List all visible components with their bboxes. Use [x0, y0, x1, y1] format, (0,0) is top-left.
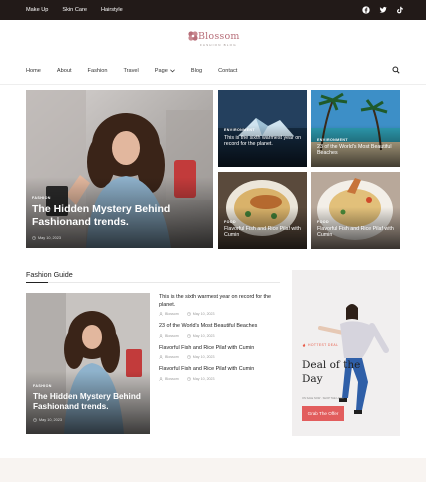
- user-icon: [159, 312, 163, 316]
- category-label[interactable]: FASHION: [33, 384, 52, 388]
- category-label[interactable]: FOOD: [224, 220, 236, 224]
- section-title: Fashion Guide: [26, 270, 73, 279]
- nav-item-home[interactable]: Home: [26, 68, 41, 74]
- category-label[interactable]: FOOD: [317, 220, 329, 224]
- top-bar: Make Up Skin Care Hairstyle: [0, 0, 426, 20]
- chevron-down-icon: [170, 69, 175, 73]
- list-item-title[interactable]: Flavorful Fish and Rice Pilaf with Cumin: [159, 366, 283, 374]
- post-author-name[interactable]: Blossom: [165, 377, 179, 381]
- nav-item-about[interactable]: About: [57, 68, 72, 74]
- hero-card-4-title[interactable]: Flavorful Fish and Rice Pilaf with Cumin: [317, 226, 397, 239]
- clock-icon: [186, 333, 191, 338]
- nav-item-fashion[interactable]: Fashion: [88, 68, 108, 74]
- hero-card-3[interactable]: FOOD Flavorful Fish and Rice Pilaf with …: [218, 172, 307, 249]
- category-label[interactable]: FASHION: [32, 196, 51, 200]
- category-label[interactable]: ENVIRONMENT: [317, 138, 348, 142]
- clock-icon: [186, 312, 191, 316]
- post-meta: Blossom May 10, 2023: [159, 312, 283, 316]
- list-item-title[interactable]: Flavorful Fish and Rice Pilaf with Cumin: [159, 345, 283, 353]
- top-nav: Make Up Skin Care Hairstyle: [26, 7, 123, 13]
- deal-subtitle: ON SALE NOW · SHOP THE LOOK: [302, 397, 344, 400]
- list-item[interactable]: Flavorful Fish and Rice Pilaf with Cumin…: [159, 345, 283, 360]
- category-label[interactable]: ENVIRONMENT: [224, 128, 255, 132]
- hero-main-card[interactable]: FASHION The Hidden Mystery Behind Fashio…: [26, 90, 213, 248]
- nav-item-travel[interactable]: Travel: [123, 68, 138, 74]
- main-nav: Home About Fashion Travel Page Blog Cont…: [26, 66, 253, 76]
- post-date-text: May 10, 2023: [192, 333, 215, 338]
- guide-post-list: This is the sixth warmest year on record…: [159, 294, 283, 388]
- post-date-text: May 10, 2023: [192, 312, 215, 317]
- list-item[interactable]: 23 of the World's Most Beautiful Beaches…: [159, 323, 283, 338]
- guide-feature-card[interactable]: FASHION The Hidden Mystery Behind Fashio…: [26, 293, 150, 434]
- post-author-name[interactable]: Blossom: [165, 334, 179, 338]
- post-author: Blossom: [159, 355, 179, 359]
- social-links: [361, 5, 404, 14]
- clock-icon: [186, 355, 191, 360]
- facebook-icon[interactable]: [361, 5, 370, 14]
- post-date: May 10, 2023: [33, 418, 62, 422]
- post-author-name[interactable]: Blossom: [165, 355, 179, 359]
- search-icon[interactable]: [392, 66, 400, 74]
- post-date: May 10, 2023: [186, 333, 215, 338]
- list-item[interactable]: This is the sixth warmest year on record…: [159, 294, 283, 316]
- post-author-name[interactable]: Blossom: [165, 312, 179, 316]
- brand-name: Blossom: [198, 31, 240, 42]
- post-author: Blossom: [159, 334, 179, 338]
- post-date-text: May 10, 2023: [39, 418, 63, 422]
- user-icon: [159, 355, 163, 360]
- site-logo[interactable]: Blossom FASHION BLOG: [186, 28, 246, 50]
- post-date-text: May 10, 2023: [192, 355, 215, 360]
- hero-card-3-title[interactable]: Flavorful Fish and Rice Pilaf with Cumin: [224, 226, 304, 239]
- user-icon: [159, 377, 163, 381]
- post-date-text: May 10, 2023: [38, 236, 62, 240]
- hero-card-2-title[interactable]: 23 of the World's Most Beautiful Beaches: [317, 144, 397, 157]
- deal-title: Deal of the Day: [302, 359, 361, 386]
- user-icon: [159, 334, 163, 338]
- guide-feature-title[interactable]: The Hidden Mystery Behind Fashionand tre…: [33, 392, 145, 412]
- post-author: Blossom: [159, 312, 179, 316]
- post-date: May 10, 2023: [186, 376, 215, 381]
- hero-card-1-title[interactable]: This is the sixth warmest year on record…: [224, 135, 304, 148]
- nav-item-blog[interactable]: Blog: [191, 68, 202, 74]
- nav-item-page[interactable]: Page: [155, 68, 175, 74]
- post-author: Blossom: [159, 377, 179, 381]
- post-date: May 10, 2023: [186, 312, 215, 317]
- post-date: May 10, 2023: [186, 355, 215, 360]
- list-item-title[interactable]: 23 of the World's Most Beautiful Beaches: [159, 323, 283, 331]
- hero-main-title[interactable]: The Hidden Mystery Behind Fashionand tre…: [32, 203, 202, 228]
- nav-item-page-label: Page: [154, 68, 168, 74]
- deal-kicker: HOTTEST DEAL: [302, 343, 338, 347]
- tiktok-icon[interactable]: [395, 5, 404, 14]
- list-item[interactable]: Flavorful Fish and Rice Pilaf with Cumin…: [159, 366, 283, 381]
- deal-of-day-banner: HOTTEST DEAL Deal of the Day ON SALE NOW…: [292, 270, 400, 436]
- hero-card-2[interactable]: ENVIRONMENT 23 of the World's Most Beaut…: [311, 90, 400, 167]
- brand-tagline: FASHION BLOG: [200, 43, 237, 47]
- post-date: May 10, 2023: [32, 236, 61, 240]
- nav-divider: [0, 84, 426, 85]
- top-nav-makeup[interactable]: Make Up: [26, 7, 48, 13]
- nav-item-contact[interactable]: Contact: [218, 68, 237, 74]
- clock-icon: [186, 377, 191, 381]
- deal-kicker-text: HOTTEST DEAL: [308, 343, 339, 347]
- post-date-text: May 10, 2023: [192, 376, 215, 381]
- hero-card-1[interactable]: ENVIRONMENT This is the sixth warmest ye…: [218, 90, 307, 167]
- top-nav-hairstyle[interactable]: Hairstyle: [101, 7, 123, 13]
- fire-icon: [302, 343, 306, 347]
- grab-offer-button[interactable]: Grab The Offer: [302, 406, 344, 421]
- section-divider: [26, 282, 280, 283]
- post-meta: Blossom May 10, 2023: [159, 377, 283, 381]
- twitter-icon[interactable]: [378, 5, 387, 14]
- footer-band: [0, 458, 426, 482]
- list-item-title[interactable]: This is the sixth warmest year on record…: [159, 294, 283, 309]
- hero-card-4[interactable]: FOOD Flavorful Fish and Rice Pilaf with …: [311, 172, 400, 249]
- post-meta: Blossom May 10, 2023: [159, 355, 283, 359]
- post-meta: Blossom May 10, 2023: [159, 334, 283, 338]
- top-nav-skincare[interactable]: Skin Care: [62, 7, 87, 13]
- clock-icon: [32, 236, 36, 240]
- clock-icon: [33, 418, 37, 422]
